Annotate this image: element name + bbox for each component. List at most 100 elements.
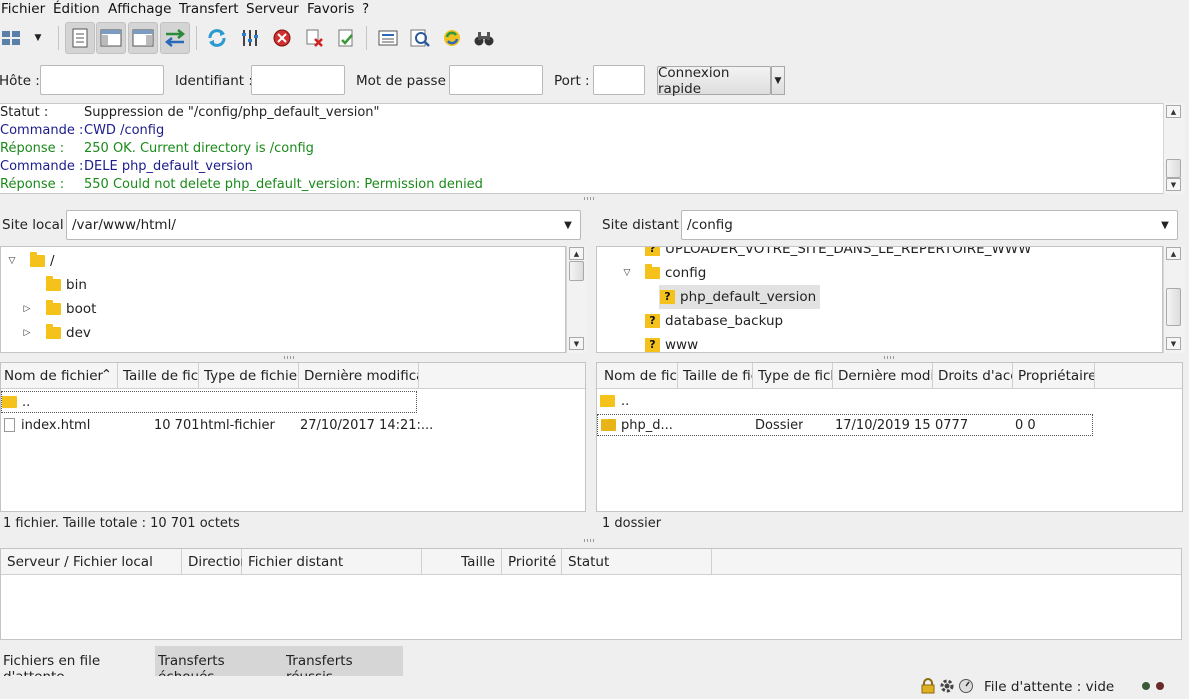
scroll-up-icon[interactable]: ▲ [1166,105,1181,118]
scroll-thumb[interactable] [569,261,584,281]
column-header-local-file[interactable]: Serveur / Fichier local [1,549,182,575]
local-path-combo[interactable]: /var/www/html/ ▼ [66,210,581,240]
expander-icon[interactable]: ▷ [19,304,35,314]
column-header-filler [712,549,1181,575]
list-item-parent[interactable]: .. [597,391,1093,413]
remote-path-combo[interactable]: /config ▼ [681,210,1178,240]
toggle-queue-icon[interactable] [160,22,190,54]
scroll-thumb[interactable] [1166,288,1181,326]
disconnect-icon[interactable] [299,22,329,54]
message-log: Statut : Suppression de "/config/php_defa… [0,103,1163,194]
host-input[interactable] [40,65,164,95]
menu-edition[interactable]: Édition [53,1,100,17]
chevron-down-icon[interactable]: ▼ [556,211,580,239]
tree-item-boot[interactable]: ▷ boot [19,297,96,321]
scroll-down-icon[interactable]: ▼ [1166,178,1181,191]
column-header-size[interactable]: Taille de fich [678,363,753,389]
scroll-up-icon[interactable]: ▲ [1166,247,1181,260]
menu-help[interactable]: ? [362,1,369,17]
list-item-parent[interactable]: .. [1,391,417,413]
menu-fichier[interactable]: Fichier [1,1,45,17]
refresh-icon[interactable] [202,22,232,54]
remote-tree-scrollbar[interactable]: ▲ ▼ [1163,246,1185,353]
quickconnect-dropdown-button[interactable]: ▼ [771,66,785,95]
local-path-value: /var/www/html/ [72,217,176,233]
column-header-size[interactable]: Taille de fichi [118,363,199,389]
column-header-priority[interactable]: Priorité [502,549,562,575]
compare-icon[interactable] [405,22,435,54]
tree-item-label: database_backup [665,313,784,329]
chevron-down-icon: ▼ [774,75,782,86]
dropdown-arrow-icon[interactable]: ▼ [26,22,50,54]
tree-item-database-backup[interactable]: ? database_backup [645,309,783,333]
column-header-permissions[interactable]: Droits d'accè [933,363,1013,389]
scroll-thumb[interactable] [1166,159,1181,178]
toggle-remote-tree-icon[interactable] [128,22,158,54]
tab-queued-files[interactable]: Fichiers en file d'attente [0,646,155,685]
folder-icon [600,395,615,407]
tree-item-root[interactable]: ▽ / [4,249,55,273]
scroll-down-icon[interactable]: ▼ [1166,337,1181,350]
menu-transfert[interactable]: Transfert [179,1,239,17]
column-header-type[interactable]: Type de fichier [199,363,299,389]
quickconnect-button[interactable]: Connexion rapide [657,65,771,97]
tree-item-bin[interactable]: bin [30,273,87,297]
toggle-local-tree-icon[interactable] [96,22,126,54]
speed-limit-icon[interactable] [958,678,974,694]
scroll-down-icon[interactable]: ▼ [569,337,584,350]
menu-serveur[interactable]: Serveur [246,1,299,17]
scroll-up-icon[interactable]: ▲ [569,247,584,260]
remote-file-list: Nom de fich Taille de fich Type de fichi… [596,362,1183,512]
column-header-type[interactable]: Type de fichi [753,363,833,389]
menu-affichage[interactable]: Affichage [108,1,171,17]
tree-item-uploader[interactable]: ? UPLOADER_VOTRE_SITE_DANS_LE_REPERTOIRE_… [645,247,1032,261]
gear-icon[interactable] [939,678,955,694]
password-input[interactable] [449,65,543,95]
site-manager-icon[interactable] [0,22,26,54]
file-size: 10 701 [154,418,200,433]
local-site-label: Site local : [2,217,73,233]
port-input[interactable] [593,65,645,95]
column-header-remote-file[interactable]: Fichier distant [242,549,422,575]
column-header-direction[interactable]: Direction [182,549,249,575]
cancel-icon[interactable] [267,22,297,54]
tree-item-php-default-version[interactable]: ? php_default_version [659,285,821,309]
column-header-size[interactable]: Taille [422,549,502,575]
file-owner: 0 0 [1015,418,1036,433]
directory-listing-icon[interactable] [373,22,403,54]
column-header-owner[interactable]: Propriétaire/ [1013,363,1095,389]
filter-icon[interactable] [235,22,265,54]
tree-item-config[interactable]: ▽ config [619,261,706,285]
column-header-filename[interactable]: Nom de fichier ⌃ [1,363,118,389]
toggle-log-icon[interactable] [65,22,95,54]
sync-browse-icon[interactable] [437,22,467,54]
expander-icon[interactable]: ▷ [19,328,35,338]
column-header-modified[interactable]: Dernière modifi [833,363,933,389]
column-header-filename[interactable]: Nom de fich [599,363,678,389]
tree-item-www[interactable]: ? www [645,333,698,352]
file-modified: 27/10/2017 14:21:... [300,418,434,433]
chevron-down-icon[interactable]: ▼ [1153,211,1177,239]
password-label: Mot de passe : [356,73,455,89]
log-scrollbar[interactable]: ▲ ▼ [1163,103,1185,194]
tab-successful-transfers[interactable]: Transferts réussis [283,646,403,685]
expander-icon[interactable]: ▽ [619,268,635,278]
list-item-index-html[interactable]: index.html 10 701 html-fichier 27/10/201… [1,415,433,437]
menu-favoris[interactable]: Favoris [307,1,354,17]
local-tree-scrollbar[interactable]: ▲ ▼ [566,246,586,353]
column-header-modified[interactable]: Dernière modificati [299,363,419,389]
column-label: Nom de fichier [4,368,104,384]
log-message: Suppression de "/config/php_default_vers… [84,105,380,120]
tree-item-dev[interactable]: ▷ dev [19,321,91,345]
reconnect-icon[interactable] [331,22,361,54]
list-item-php-default-version[interactable]: php_d... Dossier 17/10/2019 15... 0777 0… [597,414,1093,436]
log-message: CWD /config [84,123,165,138]
user-input[interactable] [251,65,345,95]
sort-ascending-icon: ⌃ [100,367,112,383]
column-header-status[interactable]: Statut [562,549,712,575]
download-indicator-icon [1156,682,1164,690]
tree-item-label: config [665,265,707,281]
find-icon[interactable] [469,22,499,54]
tab-failed-transfers[interactable]: Transferts échoués [155,646,283,685]
expander-icon[interactable]: ▽ [4,256,20,266]
